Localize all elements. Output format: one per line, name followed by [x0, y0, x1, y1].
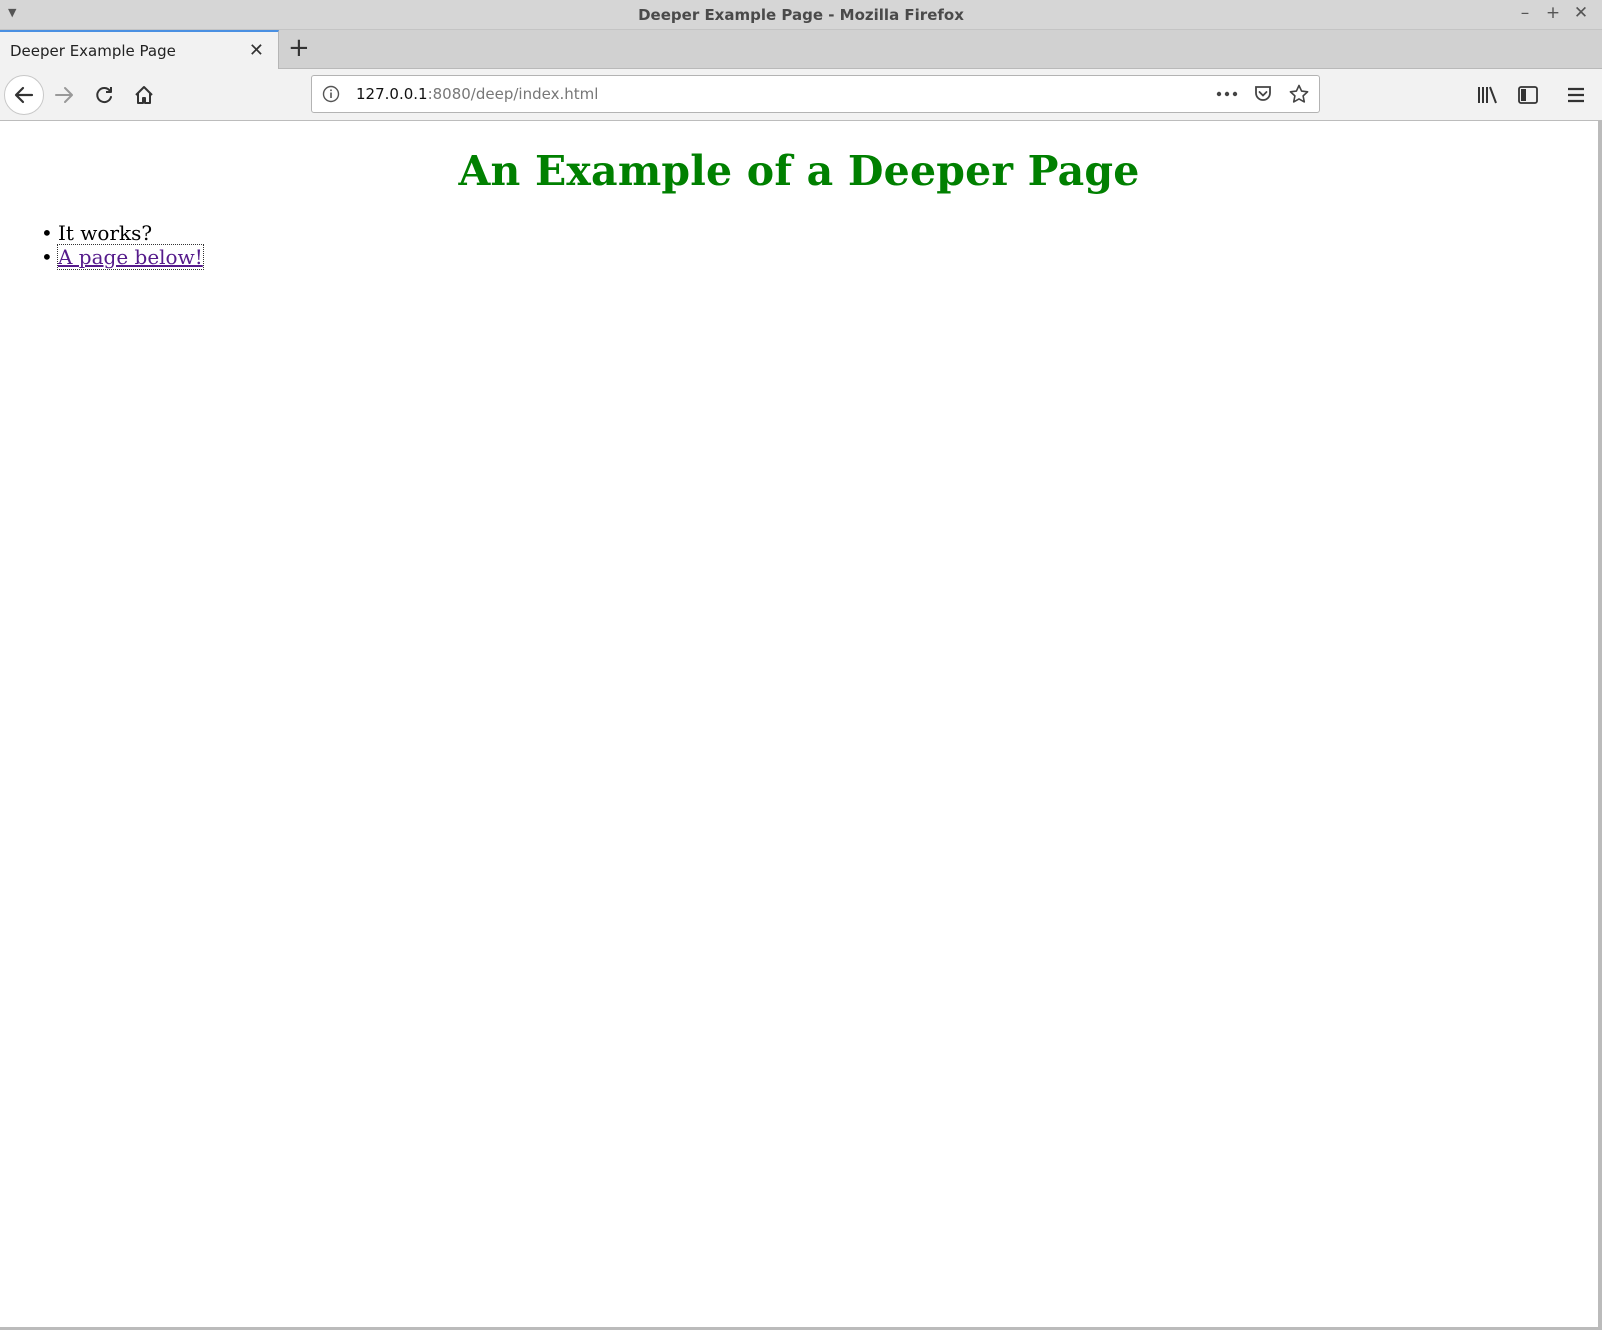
forward-button[interactable]	[46, 77, 82, 113]
star-icon[interactable]	[1287, 83, 1311, 105]
item-list: It works? A page below!	[41, 221, 1598, 270]
url-host: 127.0.0.1	[356, 85, 428, 103]
list-item: It works?	[41, 221, 1598, 245]
window-controls: – + ✕	[1516, 3, 1590, 23]
url-text[interactable]: 127.0.0.1:8080/deep/index.html	[356, 85, 1215, 103]
library-icon	[1478, 86, 1497, 104]
tab-title: Deeper Example Page	[10, 41, 176, 60]
tab-strip: Deeper Example Page ✕ +	[0, 30, 1602, 69]
url-actions	[1215, 83, 1311, 105]
window-title: Deeper Example Page - Mozilla Firefox	[638, 5, 964, 24]
home-button[interactable]	[126, 77, 162, 113]
home-icon	[135, 86, 153, 104]
reload-icon	[96, 87, 112, 104]
back-button[interactable]	[4, 75, 44, 115]
menu-arrow-icon[interactable]: ▼	[8, 6, 16, 19]
sidebar-icon	[1518, 86, 1538, 104]
new-tab-icon[interactable]: +	[288, 33, 310, 63]
url-bar[interactable]: 127.0.0.1:8080/deep/index.html	[311, 75, 1320, 113]
hamburger-menu-icon	[1568, 87, 1584, 103]
back-icon	[14, 86, 34, 104]
page-heading: An Example of a Deeper Page	[458, 147, 1140, 195]
url-path: :8080/deep/index.html	[427, 85, 599, 103]
menu-button[interactable]	[1558, 77, 1594, 113]
tab-active[interactable]: Deeper Example Page ✕	[0, 30, 279, 69]
tab-close-icon[interactable]: ✕	[249, 40, 264, 61]
window-border-right	[1598, 121, 1602, 1330]
list-item: A page below!	[41, 244, 1598, 270]
forward-icon	[55, 87, 73, 103]
info-icon[interactable]	[322, 85, 344, 103]
window-titlebar: ▼ Deeper Example Page - Mozilla Firefox …	[0, 0, 1602, 30]
page-below-link[interactable]: A page below!	[57, 244, 204, 270]
more-icon[interactable]	[1215, 90, 1239, 98]
library-button[interactable]	[1470, 77, 1506, 113]
nav-toolbar: 127.0.0.1:8080/deep/index.html	[0, 69, 1602, 121]
pocket-icon[interactable]	[1251, 84, 1275, 104]
page-content: An Example of a Deeper Page It works? A …	[0, 121, 1598, 1330]
sidebar-button[interactable]	[1510, 77, 1546, 113]
reload-button[interactable]	[86, 77, 122, 113]
close-icon[interactable]: ✕	[1572, 3, 1590, 23]
maximize-icon[interactable]: +	[1544, 3, 1562, 23]
list-item-text: It works?	[58, 221, 153, 245]
minimize-icon[interactable]: –	[1516, 3, 1534, 23]
